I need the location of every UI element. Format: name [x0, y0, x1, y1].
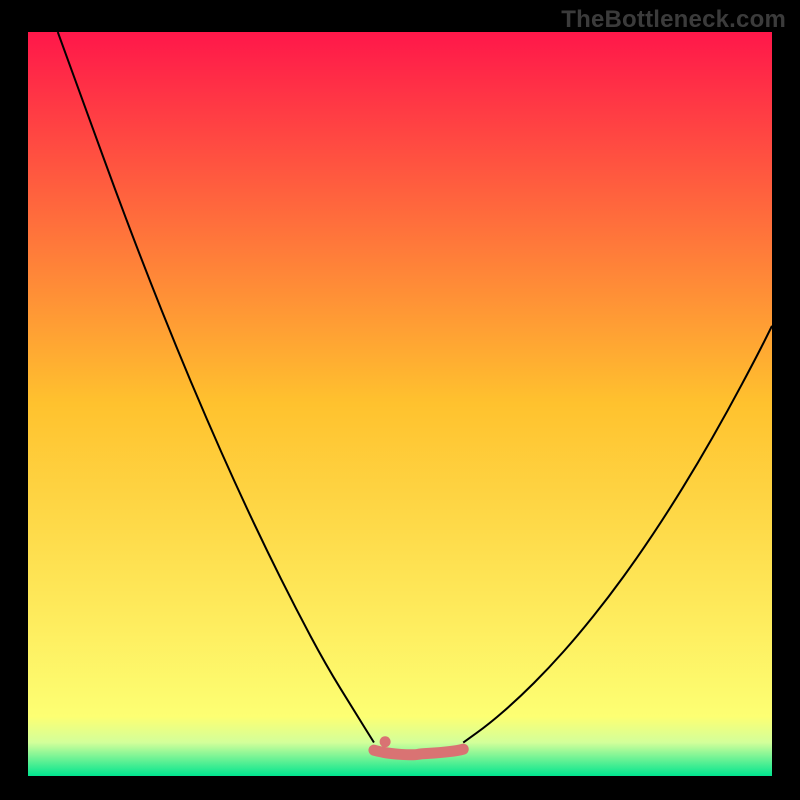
- chart-canvas: [28, 32, 772, 776]
- optimal-zone-dot: [380, 736, 391, 747]
- optimal-zone-marker: [374, 749, 463, 755]
- bottleneck-chart: [28, 32, 772, 776]
- watermark-text: TheBottleneck.com: [561, 6, 786, 34]
- gradient-background: [28, 32, 772, 776]
